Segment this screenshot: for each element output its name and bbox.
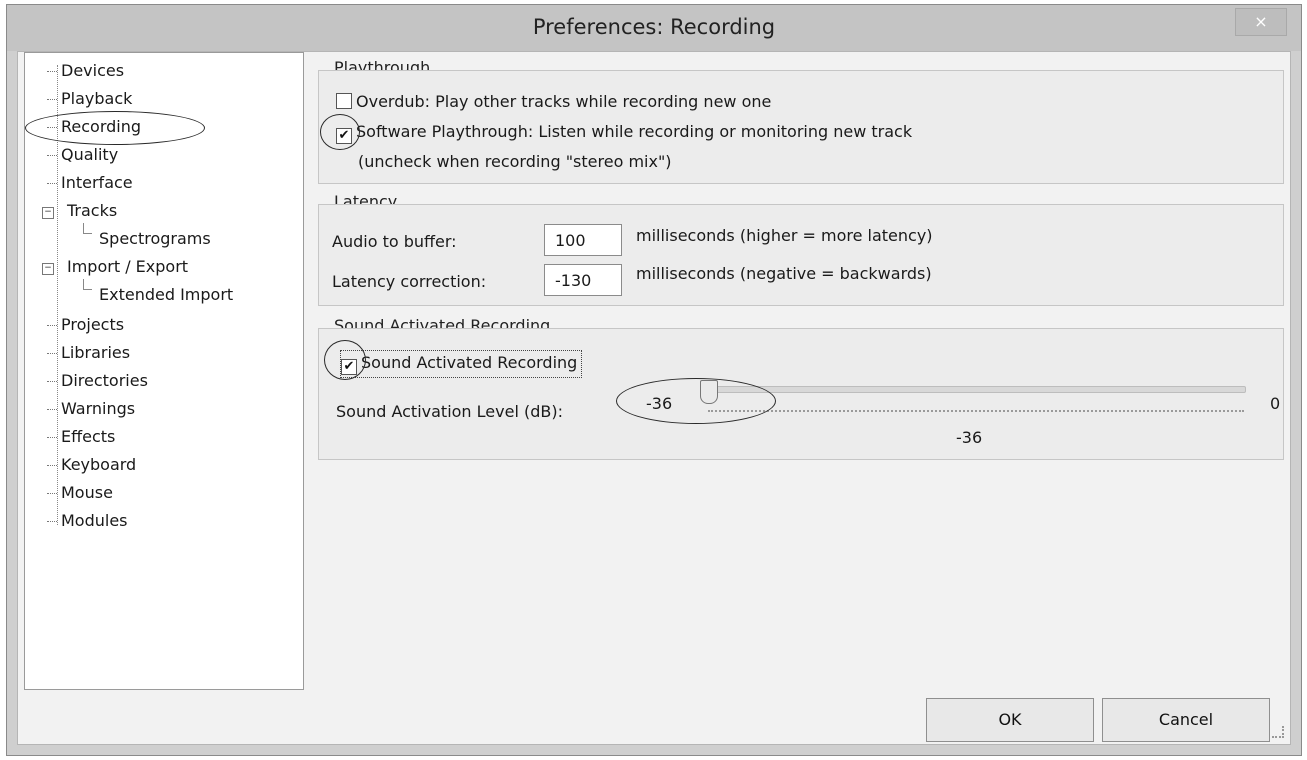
activation-level-label: Sound Activation Level (dB): (336, 402, 563, 421)
audio-buffer-units: milliseconds (higher = more latency) (636, 226, 933, 245)
tree-item-label: Devices (61, 61, 125, 80)
tree-item-label: Playback (61, 89, 133, 108)
latency-correction-label: Latency correction: (332, 272, 487, 291)
slider-max-label: 0 (1270, 394, 1281, 413)
tree-item-interface[interactable]: Interface (47, 173, 133, 192)
resize-grip[interactable] (1272, 726, 1284, 738)
tree-item-label: Warnings (61, 399, 136, 418)
tree-item-label: Libraries (61, 343, 131, 362)
activation-level-slider-track[interactable] (708, 386, 1246, 393)
tree-item-effects[interactable]: Effects (47, 427, 115, 446)
ok-button[interactable]: OK (926, 698, 1094, 742)
sound-activated-label: Sound Activated Recording (361, 353, 578, 372)
software-playthrough-checkbox-row[interactable]: ✔ Software Playthrough: Listen while reco… (336, 122, 912, 144)
tree-item-label: Keyboard (61, 455, 137, 474)
tree-item-label: Modules (61, 511, 128, 530)
tree-item-import-export[interactable]: Import / Export (67, 257, 188, 276)
preferences-dialog: Preferences: Recording × Devices Playbac… (6, 4, 1302, 756)
tree-item-label: Directories (61, 371, 148, 390)
tree-item-spectrograms[interactable]: Spectrograms (99, 229, 211, 248)
overdub-checkbox[interactable] (336, 93, 352, 109)
dialog-title: Preferences: Recording (532, 15, 776, 39)
tree-item-label: Import / Export (67, 257, 189, 276)
close-button[interactable]: × (1235, 8, 1287, 36)
tree-item-label: Mouse (61, 483, 113, 502)
software-playthrough-label: Software Playthrough: Listen while recor… (356, 122, 913, 141)
tree-item-label: Spectrograms (99, 229, 211, 248)
tree-item-label: Tracks (67, 201, 118, 220)
tree-item-extended-import[interactable]: Extended Import (99, 285, 233, 304)
tree-item-label: Quality (61, 145, 119, 164)
sound-activated-highlight-circle (324, 340, 366, 380)
tree-item-label: Extended Import (99, 285, 234, 304)
audio-buffer-label: Audio to buffer: (332, 232, 457, 251)
sound-activated-checkbox-row[interactable]: ✔ Sound Activated Recording (340, 350, 583, 378)
audio-buffer-input[interactable]: 100 (544, 224, 622, 256)
overdub-label: Overdub: Play other tracks while recordi… (356, 92, 772, 111)
dialog-body: Devices Playback Recording Quality Inter… (17, 51, 1291, 745)
software-playthrough-highlight-circle (320, 114, 360, 150)
collapse-icon[interactable]: − (42, 263, 54, 275)
tree-item-modules[interactable]: Modules (47, 511, 128, 530)
tree-item-keyboard[interactable]: Keyboard (47, 455, 136, 474)
overdub-checkbox-row[interactable]: Overdub: Play other tracks while recordi… (336, 92, 771, 111)
tree-item-warnings[interactable]: Warnings (47, 399, 135, 418)
tree-item-label: Projects (61, 315, 125, 334)
slider-current-value: -36 (956, 428, 983, 447)
software-playthrough-note: (uncheck when recording "stereo mix") (358, 152, 672, 171)
tree-item-label: Effects (61, 427, 116, 446)
latency-correction-units: milliseconds (negative = backwards) (636, 264, 932, 283)
collapse-icon[interactable]: − (42, 207, 54, 219)
tree-item-projects[interactable]: Projects (47, 315, 124, 334)
tree-item-quality[interactable]: Quality (47, 145, 118, 164)
tree-item-mouse[interactable]: Mouse (47, 483, 113, 502)
tree-item-label: Interface (61, 173, 133, 192)
cancel-button[interactable]: Cancel (1102, 698, 1270, 742)
tree-branch-line (83, 279, 92, 290)
latency-correction-input[interactable]: -130 (544, 264, 622, 296)
slider-highlight-circle (616, 378, 776, 424)
tree-branch-line (83, 223, 92, 234)
tree-item-tracks[interactable]: Tracks (67, 201, 117, 220)
slider-ticks (708, 410, 1244, 412)
recording-highlight-circle (25, 111, 205, 145)
title-bar[interactable]: Preferences: Recording × (7, 5, 1301, 51)
tree-item-playback[interactable]: Playback (47, 89, 132, 108)
preferences-tree[interactable]: Devices Playback Recording Quality Inter… (24, 52, 304, 690)
sound-activated-group (318, 328, 1284, 460)
tree-item-devices[interactable]: Devices (47, 61, 124, 80)
tree-item-libraries[interactable]: Libraries (47, 343, 130, 362)
tree-item-directories[interactable]: Directories (47, 371, 148, 390)
